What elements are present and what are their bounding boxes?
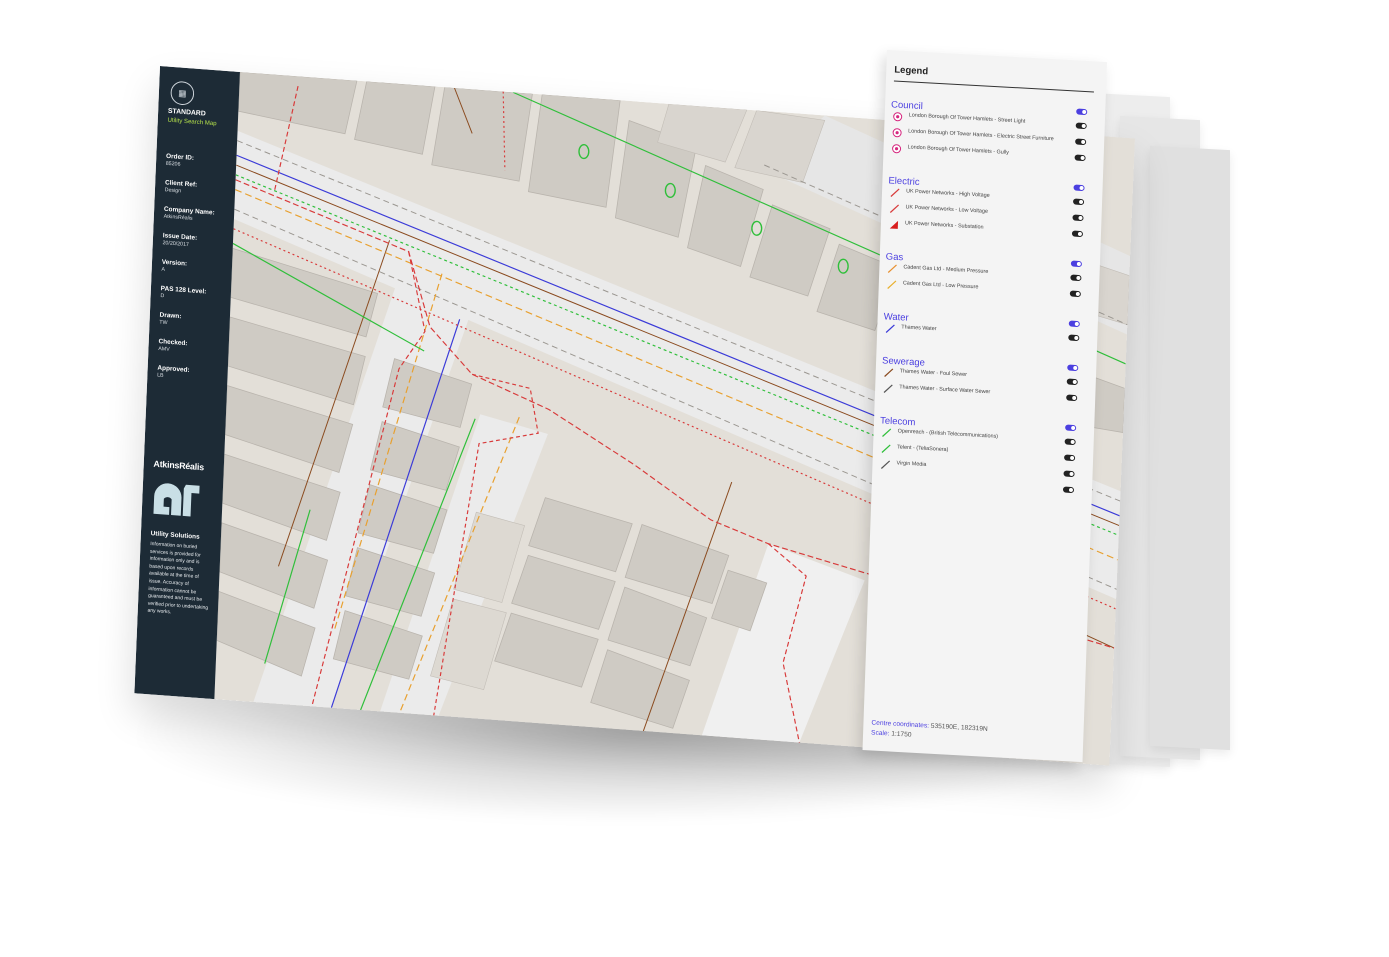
line-icon bbox=[884, 368, 894, 377]
layer-toggle[interactable] bbox=[1072, 198, 1085, 206]
line-icon bbox=[883, 384, 893, 393]
legend-item-label: London Borough Of Tower Hamlets - Street… bbox=[908, 112, 1026, 125]
triangle-icon bbox=[889, 220, 899, 229]
section-title: Utility Solutions bbox=[150, 530, 200, 541]
meta-field: PAS 128 Level: D bbox=[160, 285, 206, 302]
line-icon bbox=[880, 460, 891, 469]
legend-item-label: Virgin Media bbox=[896, 460, 927, 468]
layer-toggle[interactable] bbox=[1072, 214, 1084, 222]
legend-group-telecom: Telecom Openreach - (British Telecommunic… bbox=[878, 410, 1081, 499]
legend-item-label: Thames Water - Foul Sewer bbox=[899, 368, 968, 379]
junction-area bbox=[701, 543, 865, 743]
coords-value: 535190E, 182319N bbox=[930, 722, 988, 733]
brand-name: AtkinsRéalis bbox=[153, 458, 205, 473]
street-light-pin-icon bbox=[893, 112, 903, 122]
meta-value: AMV bbox=[158, 346, 170, 353]
layer-toggle[interactable] bbox=[1075, 138, 1087, 146]
line-icon bbox=[882, 428, 892, 437]
line-icon bbox=[885, 324, 895, 333]
line-icon bbox=[889, 204, 900, 213]
legend-title: Legend bbox=[893, 64, 1095, 93]
layer-toggle[interactable] bbox=[1063, 470, 1075, 478]
layer-toggle[interactable] bbox=[1064, 454, 1076, 462]
meta-field: Client Ref: Design bbox=[165, 179, 198, 195]
layer-toggle[interactable] bbox=[1070, 274, 1082, 282]
layer-toggle[interactable] bbox=[1069, 290, 1081, 298]
legend-item-label: Openreach - (British Telecommunications) bbox=[897, 428, 999, 440]
group-toggle[interactable] bbox=[1065, 424, 1077, 432]
legend-group-electric: Electric UK Power Networks - High Voltage… bbox=[887, 170, 1089, 243]
meta-value: TW bbox=[159, 319, 168, 327]
legend-group-council: Council London Borough Of Tower Hamlets -… bbox=[889, 94, 1091, 167]
legend-groups: Council London Borough Of Tower Hamlets -… bbox=[880, 50, 1107, 494]
standard-badge-icon: ▦ bbox=[170, 80, 195, 106]
legend-item-label: Thames Water bbox=[901, 324, 937, 333]
legend-item-label: Cadent Gas Ltd - Low Pressure bbox=[902, 280, 979, 291]
meta-value: A bbox=[161, 266, 166, 273]
layer-toggle[interactable] bbox=[1066, 378, 1078, 386]
legend-item-label: Thames Water - Surface Water Sewer bbox=[899, 384, 991, 396]
meta-value: LB bbox=[157, 372, 164, 379]
meta-field: Version: A bbox=[161, 259, 187, 275]
line-icon bbox=[881, 444, 891, 453]
meta-field: Approved: LB bbox=[157, 365, 190, 381]
group-toggle[interactable] bbox=[1068, 320, 1080, 328]
scale-value: 1:1750 bbox=[891, 730, 912, 739]
map-info: Centre coordinates: 535190E, 182319N Sca… bbox=[871, 718, 988, 744]
legend-item-label: UK Power Networks - High Voltage bbox=[905, 188, 990, 199]
brand-logo-icon bbox=[153, 483, 200, 517]
product-title: STANDARD bbox=[167, 107, 206, 118]
legend-group-gas: Gas Cadent Gas Ltd - Medium Pressure Caden… bbox=[885, 246, 1087, 303]
meta-value: Design bbox=[164, 187, 182, 195]
drawing-metadata: Order ID: 85206 Client Ref: Design Company N… bbox=[157, 66, 240, 379]
line-icon bbox=[890, 188, 900, 197]
electric-furniture-pin-icon bbox=[892, 128, 902, 138]
disclaimer-text: Information on buried services is provid… bbox=[147, 541, 209, 616]
meta-field: Issue Date: 20/20/2017 bbox=[162, 232, 197, 248]
layer-toggle[interactable] bbox=[1064, 438, 1076, 446]
group-toggle[interactable] bbox=[1070, 260, 1082, 268]
group-toggle[interactable] bbox=[1067, 364, 1079, 372]
line-icon bbox=[887, 264, 897, 273]
meta-field: Drawn: TW bbox=[159, 312, 181, 327]
gully-pin-icon bbox=[892, 144, 902, 154]
layer-toggle[interactable] bbox=[1062, 486, 1075, 494]
layer-toggle[interactable] bbox=[1075, 122, 1087, 130]
legend-panel: Legend Council London Borough Of Tower Ha… bbox=[862, 50, 1107, 763]
legend-group-water: Water Thames Water bbox=[883, 306, 1084, 347]
meta-field: Company Name: AtkinsRéalis bbox=[164, 206, 215, 223]
legend-item-label: UK Power Networks - Low Voltage bbox=[905, 204, 989, 215]
product-subtitle: Utility Search Map bbox=[167, 116, 217, 128]
layer-toggle[interactable] bbox=[1074, 154, 1086, 162]
stacked-page-3 bbox=[1150, 145, 1230, 751]
line-icon bbox=[887, 280, 897, 289]
legend-item-label: Telent - (TeliaSonera) bbox=[897, 444, 949, 454]
layer-toggle[interactable] bbox=[1066, 394, 1078, 402]
legend-item-label: London Borough Of Tower Hamlets - Gully bbox=[907, 144, 1009, 156]
layer-toggle[interactable] bbox=[1068, 334, 1080, 342]
layer-toggle[interactable] bbox=[1071, 230, 1084, 238]
meta-value: 85206 bbox=[165, 160, 181, 168]
legend-item-label: Cadent Gas Ltd - Medium Pressure bbox=[903, 264, 989, 275]
meta-field: Order ID: 85206 bbox=[166, 153, 194, 169]
legend-item-label: UK Power Networks - Substation bbox=[904, 220, 984, 231]
group-toggle[interactable] bbox=[1073, 184, 1085, 192]
meta-field: Checked: AMV bbox=[158, 338, 188, 354]
group-toggle[interactable] bbox=[1076, 108, 1088, 116]
legend-group-sewerage: Sewerage Thames Water - Foul Sewer Thames … bbox=[881, 350, 1083, 407]
scale-label: Scale: bbox=[870, 729, 890, 738]
